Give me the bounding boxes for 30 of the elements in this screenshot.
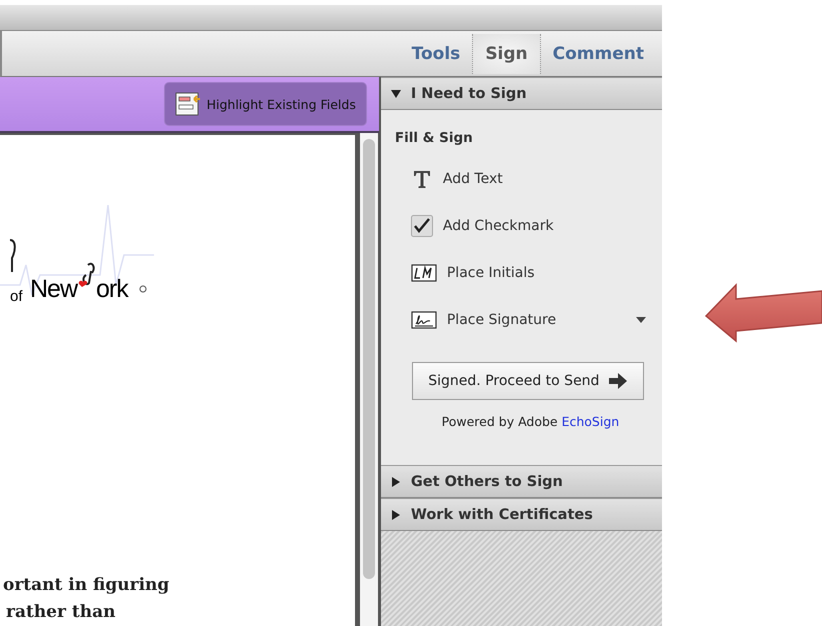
dropdown-caret-icon: [636, 316, 646, 322]
document-text: rather than: [5, 601, 116, 624]
section-header[interactable]: Get Others to Sign: [380, 465, 662, 498]
toolbar-tab[interactable]: Sign: [472, 34, 540, 74]
scrollbar-thumb[interactable]: [363, 139, 375, 579]
signature-icon: [410, 310, 437, 328]
powered-by-text: Powered by Adobe EchoSign: [440, 414, 620, 429]
logo-text: ork: [96, 275, 128, 304]
section-heading: Fill & Sign: [394, 130, 474, 146]
checkmark-icon: [410, 214, 433, 236]
sign-tool[interactable]: Add Checkmark: [394, 202, 646, 249]
arrow-icon: [609, 373, 628, 389]
collapsed-arrow-icon: [390, 510, 401, 520]
form-fields-icon: [174, 92, 201, 116]
expanded-arrow-icon: [390, 88, 401, 98]
toolbar-tab[interactable]: Tools: [400, 34, 472, 74]
initials-icon: [410, 264, 437, 282]
sign-tool[interactable]: Place Signature: [394, 296, 646, 343]
toolbar-tab[interactable]: Comment: [540, 34, 656, 74]
echosign-link[interactable]: EchoSign: [562, 414, 620, 429]
logo-text: of: [10, 288, 23, 305]
sign-tool[interactable]: Place Initials: [394, 249, 646, 296]
document-text: ortant in figuring: [2, 574, 170, 597]
section-header[interactable]: I Need to Sign: [380, 77, 662, 110]
logo-text: New: [30, 275, 78, 304]
highlight-fields-button[interactable]: Highlight Existing Fields: [164, 82, 367, 126]
sign-tool[interactable]: Add Text: [394, 155, 646, 202]
send-button[interactable]: Signed. Proceed to Send: [412, 362, 644, 400]
collapsed-arrow-icon: [390, 476, 401, 486]
section-header[interactable]: Work with Certificates: [380, 498, 662, 531]
